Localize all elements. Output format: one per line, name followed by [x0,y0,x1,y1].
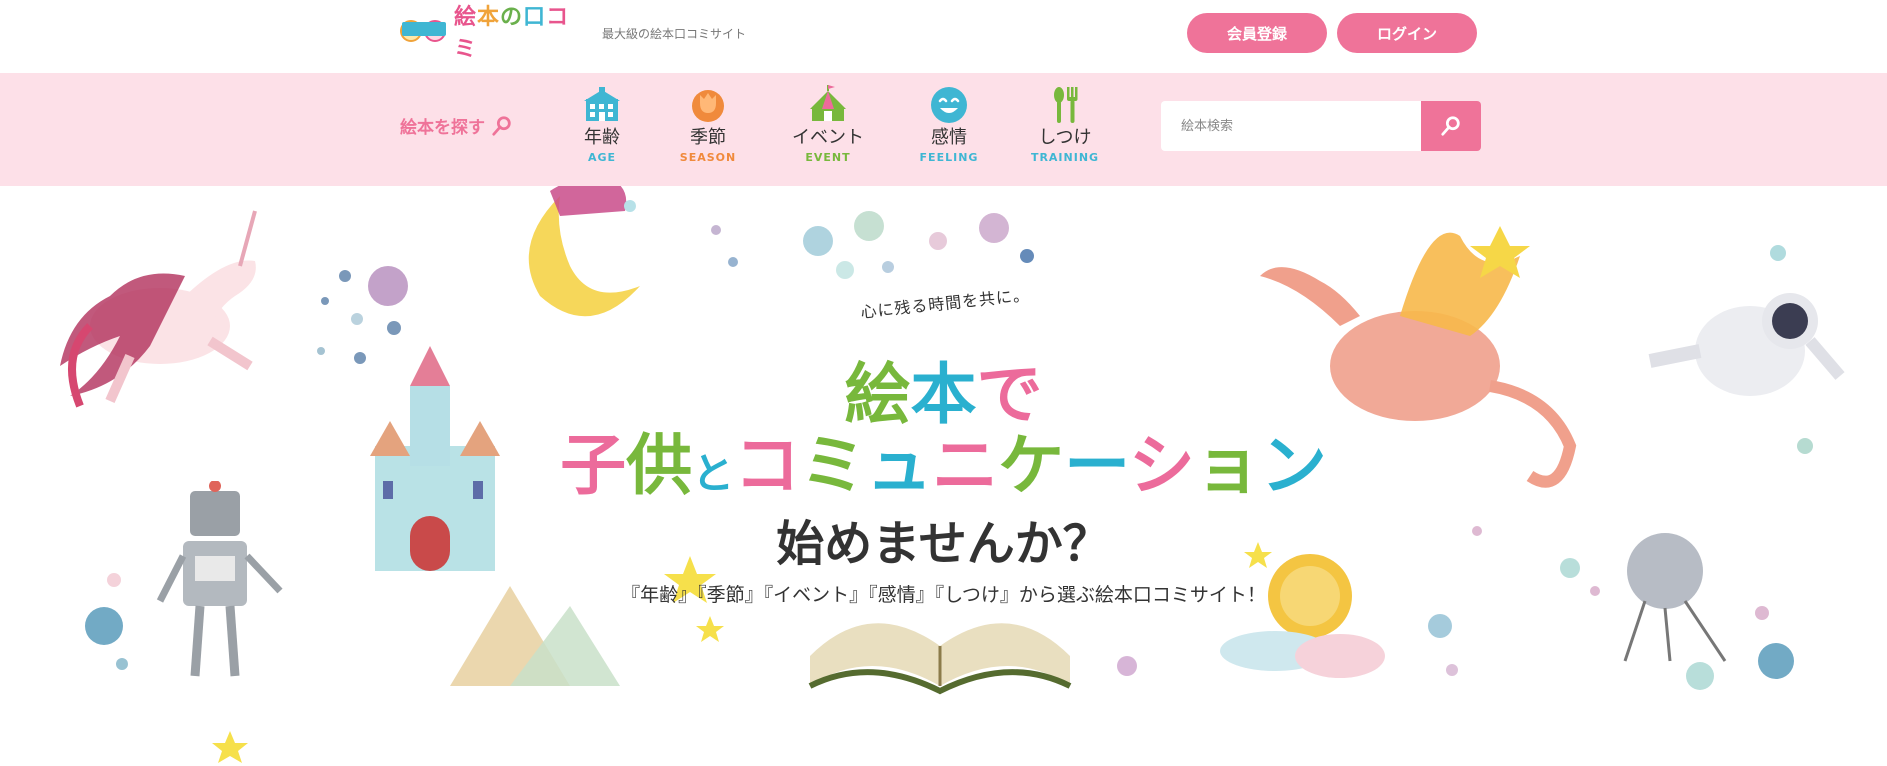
nav-item-feeling[interactable]: 感情 FEELING [894,85,1004,164]
nav-item-label: イベント [792,127,864,148]
nav-item-label: 季節 [690,127,726,148]
nav-item-season[interactable]: 季節 SEASON [653,85,763,164]
nav-item-sublabel: SEASON [679,151,737,164]
nav-item-sublabel: TRAINING [1030,151,1100,164]
hero-section: 心に残る時間を共に。 絵本で 子供とコミュニケーション 始めませんか？ 『年齢』… [0,186,1887,766]
search-icon [492,115,511,136]
logo-text: 絵本の口コミ [454,5,570,62]
tulip-icon [692,90,724,122]
category-nav: 絵本を探す 年齢 AGE 季節 SEASON イベント EVENT 感情 FEE… [0,73,1887,186]
search-icon [1441,116,1460,136]
nav-item-label: 年齢 [584,127,620,148]
circus-tent-icon [810,85,846,121]
smiley-icon [931,87,967,123]
hero-headline-line3: 始めませんか？ [776,516,1111,572]
nav-item-event[interactable]: イベント EVENT [773,85,883,164]
login-button[interactable]: ログイン [1337,13,1477,53]
nav-item-label: 感情 [931,127,967,148]
nav-item-label: しつけ [1038,127,1092,148]
find-books-label: 絵本を探す [400,113,513,138]
site-tagline: 最大級の絵本口コミサイト [602,27,747,41]
search-button[interactable] [1421,101,1481,151]
book-search-input[interactable] [1161,101,1421,151]
nav-item-sublabel: EVENT [805,151,851,164]
nav-item-sublabel: FEELING [919,151,979,164]
nav-item-training[interactable]: しつけ TRAINING [1010,85,1120,164]
school-icon [584,87,620,121]
book-icon [402,22,446,36]
site-logo[interactable]: 絵本の口コミ [400,5,575,62]
nav-item-age[interactable]: 年齢 AGE [547,85,657,164]
hero-lead-text: 『年齢』『季節』『イベント』『感情』『しつけ』から選ぶ絵本口コミサイト！ [621,584,1266,606]
logo-kids-icon [400,20,446,42]
site-header: 絵本の口コミ 最大級の絵本口コミサイト 会員登録 ログイン [0,0,1887,73]
hero-headline-line2: 子供とコミュニケーション [560,427,1327,504]
nav-item-sublabel: AGE [587,151,617,164]
fork-spoon-icon [1054,87,1078,123]
register-button[interactable]: 会員登録 [1187,13,1327,53]
